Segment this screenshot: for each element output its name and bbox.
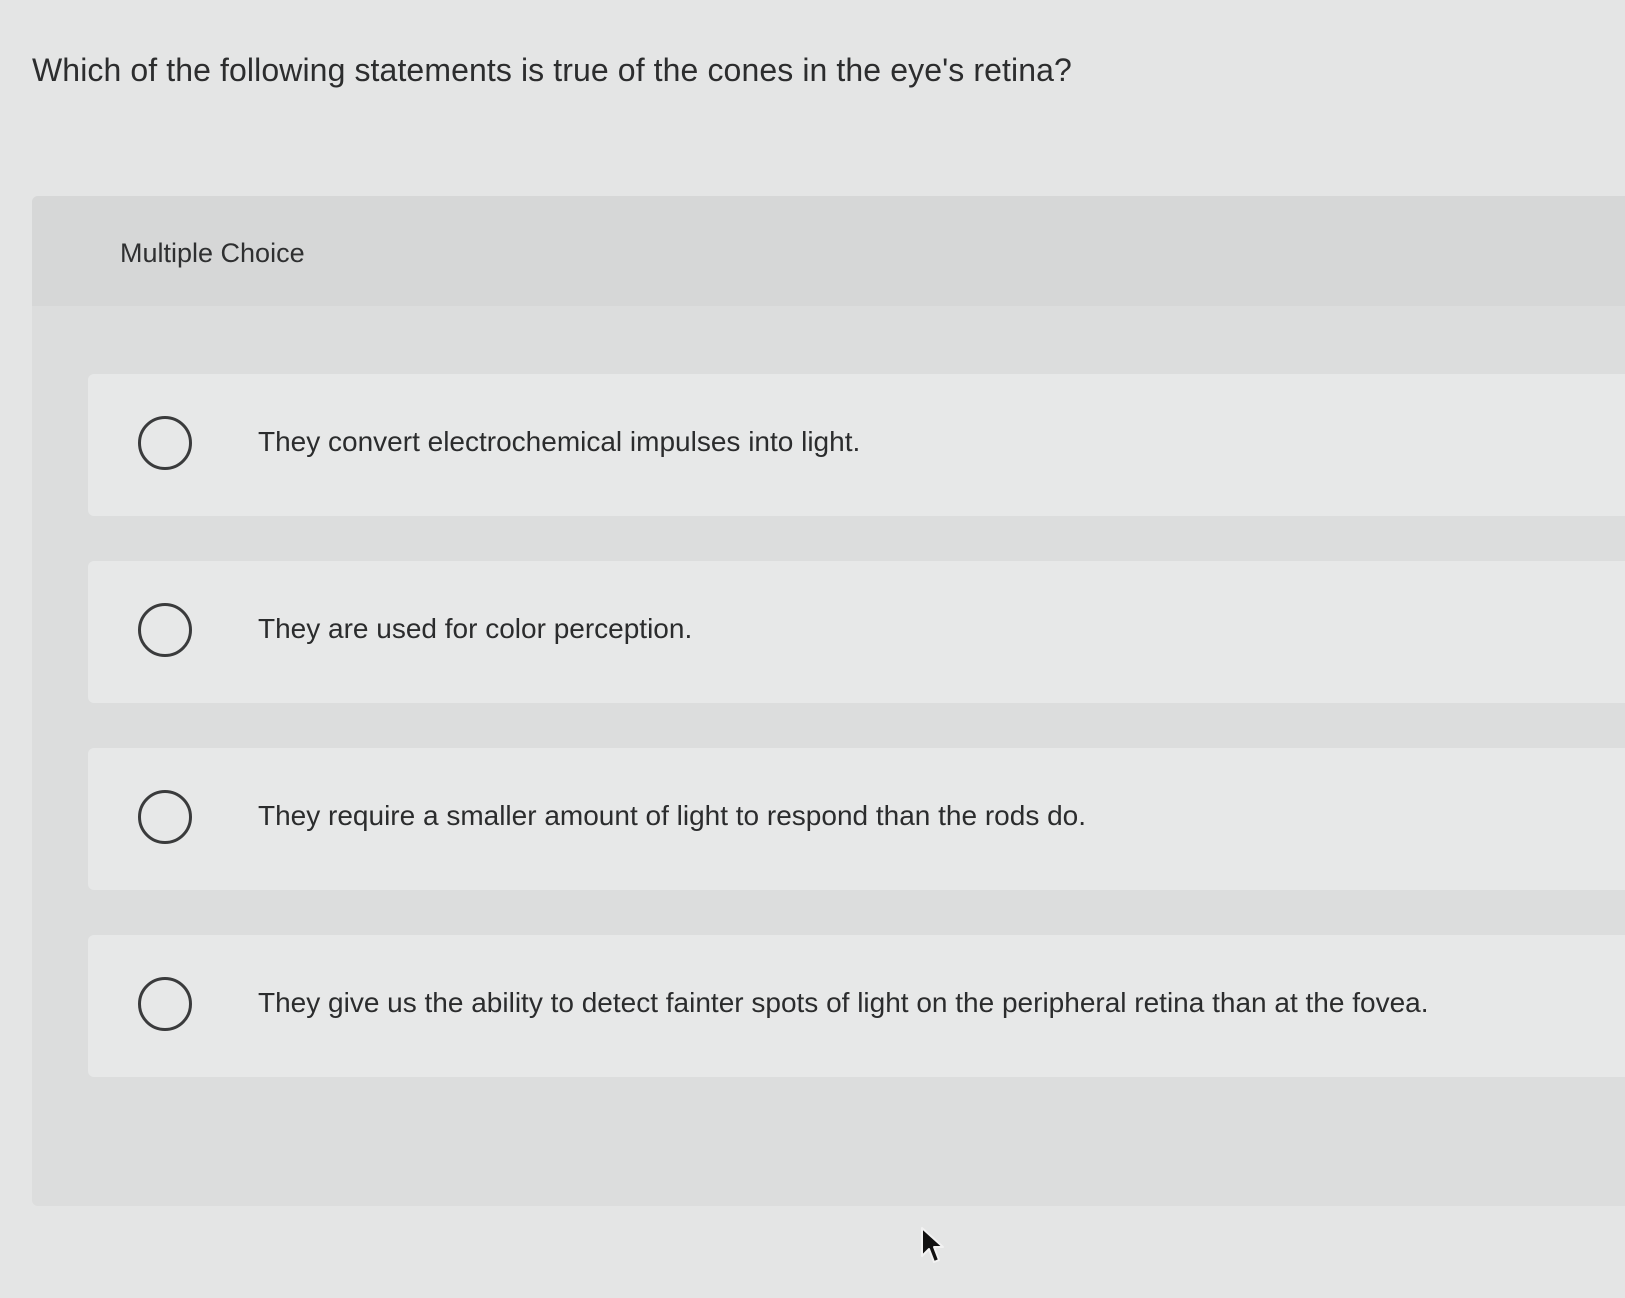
mouse-pointer-icon	[921, 1227, 944, 1263]
choice-label: They convert electrochemical impulses in…	[258, 426, 861, 457]
question-type-label: Multiple Choice	[120, 238, 305, 268]
choice-option-4[interactable]: They give us the ability to detect faint…	[88, 935, 1625, 1077]
choice-label: They are used for color perception.	[258, 613, 693, 644]
panel-header: Multiple Choice	[32, 196, 1625, 306]
question-text: Which of the following statements is tru…	[32, 52, 1072, 88]
choice-option-2[interactable]: They are used for color perception.	[88, 561, 1625, 703]
radio-unselected-icon[interactable]	[138, 977, 192, 1031]
choice-label: They give us the ability to detect faint…	[258, 987, 1429, 1018]
choice-option-1[interactable]: They convert electrochemical impulses in…	[88, 374, 1625, 516]
multiple-choice-panel: Multiple Choice They convert electrochem…	[32, 196, 1625, 1206]
choice-label: They require a smaller amount of light t…	[258, 800, 1087, 831]
radio-unselected-icon[interactable]	[138, 603, 192, 657]
choice-option-3[interactable]: They require a smaller amount of light t…	[88, 748, 1625, 890]
radio-unselected-icon[interactable]	[138, 790, 192, 844]
radio-unselected-icon[interactable]	[138, 416, 192, 470]
